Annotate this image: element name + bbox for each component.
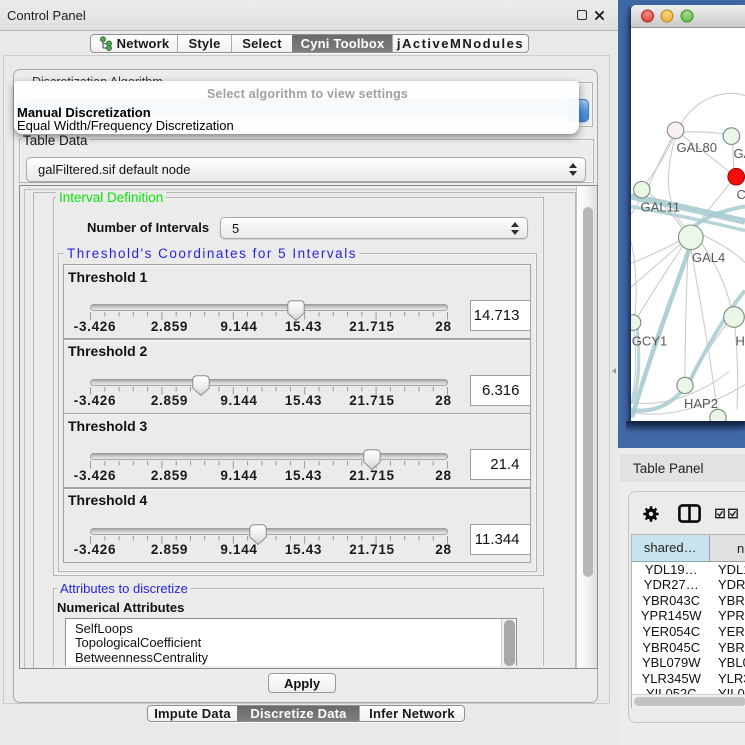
svg-text:CR: CR <box>737 187 745 202</box>
svg-text:GCY1: GCY1 <box>632 334 667 349</box>
svg-text:H: H <box>736 334 745 349</box>
svg-text:GAL80: GAL80 <box>677 140 717 155</box>
svg-text:GAL4: GAL4 <box>692 250 725 265</box>
svg-text:GAL11: GAL11 <box>641 200 681 215</box>
svg-text:HAP2: HAP2 <box>684 396 718 411</box>
svg-text:GA: GA <box>734 146 745 161</box>
